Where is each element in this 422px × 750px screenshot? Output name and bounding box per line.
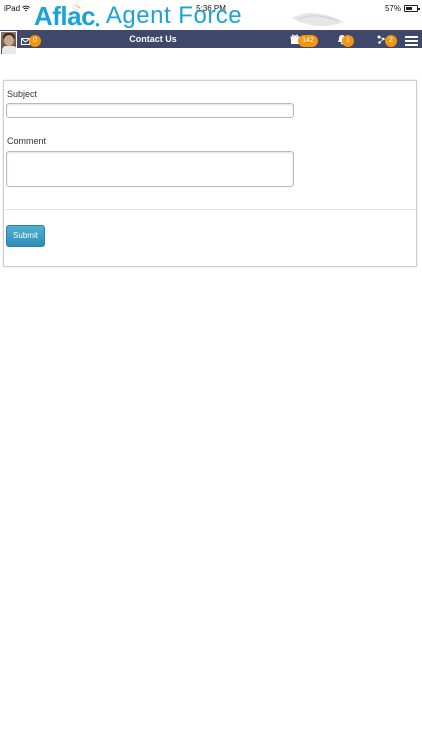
comment-textarea[interactable]	[6, 151, 294, 187]
notifications-count-badge: 142	[298, 35, 318, 47]
avatar-face	[4, 35, 14, 46]
comment-label: Comment	[7, 136, 47, 146]
tasks-count-badge: 2	[385, 35, 397, 47]
alerts-count-badge: 1	[342, 35, 354, 47]
logo-aflac-text: Aflac	[34, 1, 96, 31]
swoosh-decoration-icon	[292, 13, 344, 27]
hamburger-menu-icon[interactable]	[405, 36, 418, 46]
mail-count-badge: 0	[29, 35, 41, 47]
nav-bar: Contact Us	[0, 30, 422, 48]
app-header: Aflac ● Agent Force	[0, 0, 422, 30]
avatar[interactable]	[0, 31, 17, 55]
logo-dot: ●	[95, 20, 100, 29]
brand-logo: Aflac ● Agent Force	[34, 1, 243, 31]
duck-icon	[72, 3, 81, 11]
avatar-shirt	[2, 46, 16, 54]
contact-form: Subject Comment Submit	[3, 80, 417, 267]
form-divider	[4, 209, 416, 210]
logo-agent-force-text: Agent Force	[105, 2, 243, 29]
subject-input[interactable]	[6, 103, 294, 118]
subject-label: Subject	[7, 89, 38, 99]
page-title: Contact Us	[129, 34, 177, 44]
submit-button[interactable]: Submit	[6, 225, 45, 247]
